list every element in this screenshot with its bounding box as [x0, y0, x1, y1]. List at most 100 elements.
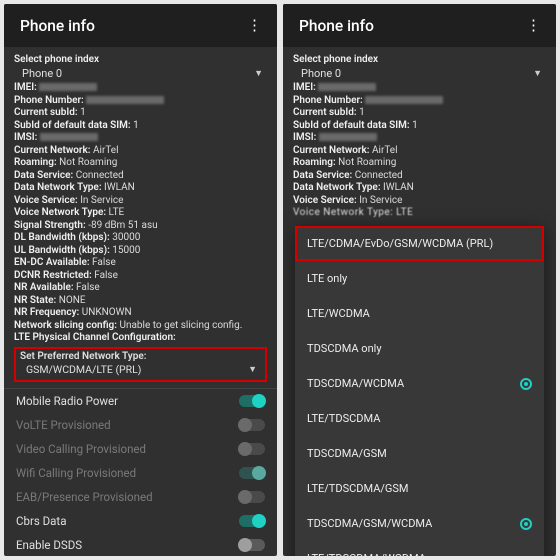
menu-item-tdscdma-gsm[interactable]: TDSCDMA/GSM [295, 436, 544, 471]
redacted-value [319, 133, 377, 141]
voice-network-type-row: Voice Network Type: LTE [14, 207, 267, 220]
current-subid-row: Current subId: 1 [293, 107, 546, 120]
imsi-row: IMSI: [293, 132, 546, 145]
toggle-label: Cbrs Data [16, 514, 66, 528]
nr-state-row: NR State: NONE [14, 295, 267, 308]
menu-item-label: TDSCDMA/GSM/WCDMA [307, 517, 432, 530]
data-service-row: Data Service: Connected [14, 170, 267, 183]
dl-bandwidth-row: DL Bandwidth (kbps): 30000 [14, 232, 267, 245]
preferred-network-label: Set Preferred Network Type: [20, 351, 261, 362]
redacted-value [365, 96, 443, 104]
menu-item-tdscdma-only[interactable]: TDSCDMA only [295, 331, 544, 366]
signal-strength-row: Signal Strength: -89 dBm 51 asu [14, 220, 267, 233]
select-phone-index-value: Phone 0 [301, 67, 341, 80]
chevron-down-icon: ▼ [248, 364, 257, 375]
toggle-label: Video Calling Provisioned [16, 442, 146, 456]
toggle-label: Mobile Radio Power [16, 394, 118, 408]
data-network-type-row: Data Network Type: IWLAN [14, 182, 267, 195]
phone-number-row: Phone Number: [293, 95, 546, 108]
redacted-value [318, 83, 376, 91]
select-phone-index-label: Select phone index [14, 54, 267, 65]
menu-item-label: LTE/WCDMA [307, 307, 370, 320]
menu-item-label: TDSCDMA/GSM [307, 447, 387, 460]
menu-item-label: LTE/CDMA/EvDo/GSM/WCDMA (PRL) [307, 237, 493, 250]
video-calling-row: Video Calling Provisioned [14, 437, 267, 461]
menu-item-label: LTE/TDSCDMA [307, 412, 380, 425]
volte-row: VoLTE Provisioned [14, 413, 267, 437]
nr-available-row: NR Available: False [14, 282, 267, 295]
data-network-type-row: Data Network Type: IWLAN [293, 182, 546, 195]
appbar-title: Phone info [20, 17, 95, 35]
roaming-row: Roaming: Not Roaming [293, 157, 546, 170]
voice-service-row: Voice Service: In Service [293, 195, 546, 208]
mobile-radio-power-row[interactable]: Mobile Radio Power [14, 389, 267, 413]
default-sim-row: SubId of default data SIM: 1 [293, 120, 546, 133]
overflow-menu-icon[interactable]: ⋮ [245, 16, 263, 35]
radio-selected-icon [520, 378, 532, 390]
switch-on-icon[interactable] [239, 515, 265, 527]
menu-item-lte-only[interactable]: LTE only [295, 261, 544, 296]
imsi-row: IMSI: [14, 132, 267, 145]
preferred-network-dropdown[interactable]: Set Preferred Network Type: GSM/WCDMA/LT… [14, 347, 267, 382]
current-network-row: Current Network: AirTel [14, 145, 267, 158]
preferred-network-menu: LTE/CDMA/EvDo/GSM/WCDMA (PRL) LTE only L… [295, 226, 544, 556]
menu-item-label: LTE/TDSCDMA/WCDMA [307, 552, 426, 556]
select-phone-index-dropdown[interactable]: Phone 0 ▼ [293, 65, 546, 82]
imei-row: IMEI: [14, 82, 267, 95]
appbar: Phone info ⋮ [283, 4, 556, 47]
endc-row: EN-DC Available: False [14, 257, 267, 270]
chevron-down-icon: ▼ [254, 68, 263, 79]
menu-item-tdscdma-gsm-wcdma[interactable]: TDSCDMA/GSM/WCDMA [295, 506, 544, 541]
menu-item-label: LTE only [307, 272, 347, 285]
menu-item-lte-tdscdma-gsm[interactable]: LTE/TDSCDMA/GSM [295, 471, 544, 506]
wifi-calling-row: Wifi Calling Provisioned [14, 461, 267, 485]
switch-off-icon[interactable] [239, 539, 265, 551]
toggle-label: Enable DSDS [16, 538, 82, 552]
cut-off-text: Voice Network Type: LTE [293, 207, 546, 222]
switch-off-icon [239, 491, 265, 503]
menu-item-tdscdma-wcdma[interactable]: TDSCDMA/WCDMA [295, 366, 544, 401]
phone-number-row: Phone Number: [14, 95, 267, 108]
ul-bandwidth-row: UL Bandwidth (kbps): 15000 [14, 245, 267, 258]
phone-left: Phone info ⋮ Select phone index Phone 0 … [4, 4, 277, 556]
select-phone-index-dropdown[interactable]: Phone 0 ▼ [14, 65, 267, 82]
menu-item-lte-cdma-evdo-gsm-wcdma[interactable]: LTE/CDMA/EvDo/GSM/WCDMA (PRL) [295, 226, 544, 261]
menu-item-lte-wcdma[interactable]: LTE/WCDMA [295, 296, 544, 331]
toggle-label: EAB/Presence Provisioned [16, 490, 153, 504]
phone-right: Phone info ⋮ Select phone index Phone 0 … [283, 4, 556, 556]
cbrs-data-row[interactable]: Cbrs Data [14, 509, 267, 533]
default-sim-row: SubId of default data SIM: 1 [14, 120, 267, 133]
imei-row: IMEI: [293, 82, 546, 95]
menu-item-lte-tdscdma[interactable]: LTE/TDSCDMA [295, 401, 544, 436]
enable-dsds-row[interactable]: Enable DSDS [14, 533, 267, 557]
radio-selected-icon [520, 518, 532, 530]
appbar-title: Phone info [299, 17, 374, 35]
preferred-network-value: GSM/WCDMA/LTE (PRL) [26, 363, 141, 376]
slicing-row: Network slicing config: Unable to get sl… [14, 320, 267, 333]
current-network-row: Current Network: AirTel [293, 145, 546, 158]
current-subid-row: Current subId: 1 [14, 107, 267, 120]
toggle-label: VoLTE Provisioned [16, 418, 111, 432]
toggle-label: Wifi Calling Provisioned [16, 466, 136, 480]
overflow-menu-icon[interactable]: ⋮ [524, 16, 542, 35]
data-service-row: Data Service: Connected [293, 170, 546, 183]
menu-item-label: TDSCDMA/WCDMA [307, 377, 404, 390]
appbar: Phone info ⋮ [4, 4, 277, 47]
switch-off-icon [239, 419, 265, 431]
roaming-row: Roaming: Not Roaming [14, 157, 267, 170]
menu-item-lte-tdscdma-wcdma[interactable]: LTE/TDSCDMA/WCDMA [295, 541, 544, 556]
select-phone-index-label: Select phone index [293, 54, 546, 65]
menu-item-label: TDSCDMA only [307, 342, 382, 355]
voice-service-row: Voice Service: In Service [14, 195, 267, 208]
select-phone-index-value: Phone 0 [22, 67, 62, 80]
switch-off-icon [239, 443, 265, 455]
dcnr-row: DCNR Restricted: False [14, 270, 267, 283]
chevron-down-icon: ▼ [533, 68, 542, 79]
switch-on-icon[interactable] [239, 395, 265, 407]
redacted-value [86, 96, 164, 104]
nr-frequency-row: NR Frequency: UNKNOWN [14, 307, 267, 320]
lte-physical-row: LTE Physical Channel Configuration: [14, 332, 267, 345]
menu-item-label: LTE/TDSCDMA/GSM [307, 482, 409, 495]
redacted-value [40, 133, 98, 141]
eab-row: EAB/Presence Provisioned [14, 485, 267, 509]
